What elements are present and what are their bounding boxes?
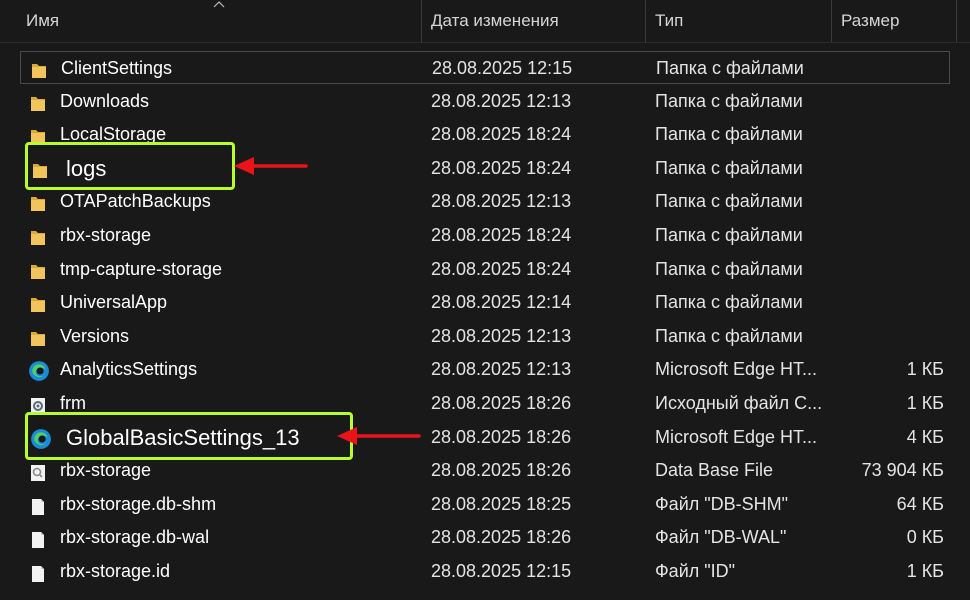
file-date: 28.08.2025 12:13 (431, 90, 572, 111)
file-date: 28.08.2025 12:15 (431, 561, 572, 581)
file-name: rbx-storage.db-wal (60, 527, 210, 548)
file-date: 28.08.2025 18:24 (431, 225, 572, 245)
file-row[interactable]: rbx-storage 28.08.2025 18:24 Папка с файла… (20, 219, 950, 252)
file-name: rbx-storage (60, 225, 152, 245)
file-row[interactable]: tmp-capture-storage 28.08.2025 18:24 Папка… (20, 253, 950, 286)
file-type: Microsoft Edge HT... (655, 359, 818, 380)
file-name: Versions (60, 325, 130, 346)
file-name: OTAPatchBackups (60, 191, 211, 212)
file-size: 64 КБ (896, 493, 944, 514)
file-name: Downloads (60, 90, 150, 111)
file-icon (28, 562, 48, 582)
file-date: 28.08.2025 18:25 (431, 493, 572, 514)
file-type: Исходный файл C... (655, 393, 823, 413)
file-name: tmp-capture-storage (60, 258, 223, 279)
file-type: Папка с файлами (655, 325, 803, 346)
file-row[interactable]: OTAPatchBackups 28.08.2025 12:13 Папка с ф… (20, 185, 950, 218)
file-date: 28.08.2025 18:24 (431, 157, 572, 178)
file-name: rbx-storage.db-shm (60, 493, 217, 514)
column-header: Имя Дата изменения Тип Размер (0, 0, 970, 43)
file-date: 28.08.2025 18:26 (431, 426, 572, 447)
file-name: rbx-storage.id (60, 561, 171, 581)
file-row[interactable]: AnalyticsSettings 28.08.2025 12:13 Microso… (20, 353, 950, 386)
folder-icon (28, 327, 48, 347)
file-row[interactable]: rbx-storage.db-shm 28.08.2025 18:25 Файл "… (20, 488, 950, 521)
file-size: 0 КБ (906, 527, 944, 548)
file-type: Microsoft Edge HT... (655, 426, 818, 447)
folder-icon (28, 226, 48, 246)
database-file-icon (28, 461, 48, 482)
file-date: 28.08.2025 18:24 (431, 258, 572, 279)
edge-icon (28, 360, 49, 382)
file-row[interactable]: ClientSettings 28.08.2025 12:15 Папка с фа… (20, 51, 950, 84)
column-divider[interactable] (421, 0, 422, 42)
file-type: Папка с файлами (655, 157, 803, 178)
highlight-box-globalbasicsettings (25, 412, 353, 460)
file-date: 28.08.2025 12:15 (432, 58, 573, 78)
file-date: 28.08.2025 18:26 (431, 527, 572, 548)
highlight-box-logs (25, 142, 235, 190)
file-type: Папка с файлами (655, 292, 803, 313)
file-size: 1 КБ (906, 393, 944, 413)
column-header-name[interactable]: Имя (20, 0, 420, 42)
file-name: ClientSettings (61, 58, 173, 78)
file-date: 28.08.2025 12:13 (431, 191, 572, 212)
column-divider[interactable] (956, 0, 957, 42)
file-size: 1 КБ (906, 359, 944, 380)
file-row[interactable]: rbx-storage.db-wal 28.08.2025 18:26 Файл "… (20, 521, 950, 554)
file-size: 4 КБ (906, 426, 944, 447)
folder-icon (28, 92, 48, 112)
file-date: 28.08.2025 18:26 (431, 460, 572, 481)
file-row[interactable]: Versions 28.08.2025 12:13 Папка с файлами (20, 320, 950, 353)
file-row[interactable]: rbx-storage.id 28.08.2025 12:15 Файл "ID" 1… (20, 555, 950, 588)
file-type: Файл "ID" (655, 561, 736, 581)
file-icon (28, 528, 48, 549)
file-type: Data Base File (655, 460, 774, 481)
file-row[interactable]: Downloads 28.08.2025 12:13 Папка с файлами (20, 85, 950, 118)
file-size: 1 КБ (906, 561, 944, 581)
file-date: 28.08.2025 18:26 (431, 393, 572, 413)
file-row[interactable]: UniversalApp 28.08.2025 12:14 Папка с файл… (20, 286, 950, 319)
file-type: Папка с файлами (655, 124, 803, 145)
column-divider[interactable] (831, 0, 832, 42)
file-size: 73 904 КБ (861, 460, 944, 481)
folder-icon (29, 59, 49, 79)
file-type: Папка с файлами (655, 225, 803, 245)
folder-icon (28, 293, 48, 313)
folder-icon (28, 192, 48, 212)
file-type: Папка с файлами (656, 58, 804, 78)
folder-icon (28, 260, 48, 280)
file-type: Папка с файлами (655, 191, 803, 212)
file-type: Папка с файлами (655, 258, 803, 279)
red-arrow-icon (234, 157, 308, 175)
column-header-date[interactable]: Дата изменения (425, 0, 645, 42)
file-date: 28.08.2025 12:13 (431, 359, 572, 380)
column-divider[interactable] (645, 0, 646, 42)
file-date: 28.08.2025 12:14 (431, 292, 572, 313)
file-date: 28.08.2025 18:24 (431, 124, 572, 145)
file-type: Папка с файлами (655, 90, 803, 111)
column-header-size[interactable]: Размер (835, 0, 955, 42)
file-icon (28, 495, 48, 515)
file-name: UniversalApp (60, 292, 168, 313)
file-type: Файл "DB-SHM" (655, 493, 789, 514)
column-header-type[interactable]: Тип (649, 0, 829, 42)
file-date: 28.08.2025 12:13 (431, 325, 572, 346)
file-name: AnalyticsSettings (60, 359, 198, 380)
red-arrow-icon (337, 427, 421, 445)
gear-file-icon (28, 394, 48, 414)
file-type: Файл "DB-WAL" (655, 527, 787, 548)
